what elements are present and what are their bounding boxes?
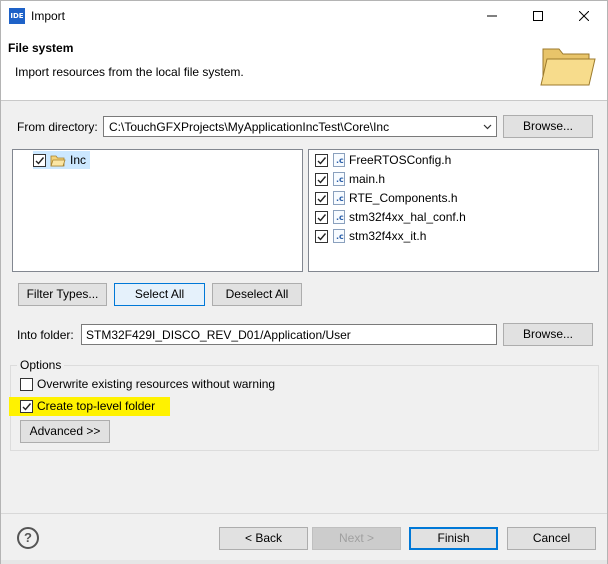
check-icon	[22, 402, 32, 411]
cancel-button[interactable]: Cancel	[507, 527, 596, 550]
file-item[interactable]: .c stm32f4xx_hal_conf.h	[315, 208, 466, 226]
maximize-button[interactable]	[515, 1, 561, 31]
deselect-all-button[interactable]: Deselect All	[212, 283, 302, 306]
overwrite-label: Overwrite existing resources without war…	[37, 377, 276, 391]
file-checkbox[interactable]	[315, 191, 328, 205]
maximize-icon	[533, 11, 543, 21]
close-button[interactable]	[561, 1, 607, 31]
next-button[interactable]: Next >	[312, 527, 401, 550]
create-top-level-option[interactable]: Create top-level folder	[20, 397, 155, 415]
c-header-icon: .c	[333, 210, 345, 224]
select-all-button[interactable]: Select All	[114, 283, 205, 306]
create-top-level-checkbox[interactable]	[20, 399, 33, 413]
c-header-icon: .c	[333, 229, 345, 243]
folder-checkbox[interactable]	[33, 153, 46, 167]
help-icon[interactable]: ?	[17, 527, 39, 549]
browse-from-button[interactable]: Browse...	[503, 115, 593, 138]
tree-item-label: Inc	[70, 153, 87, 167]
file-checkbox[interactable]	[315, 172, 328, 186]
file-checkbox[interactable]	[315, 153, 328, 167]
page-title: File system	[8, 41, 74, 55]
close-icon	[579, 11, 589, 21]
folder-tree[interactable]: Inc	[12, 149, 303, 272]
footer-divider	[1, 513, 607, 514]
wizard-header: File system Import resources from the lo…	[1, 31, 607, 101]
filter-types-button[interactable]: Filter Types...	[18, 283, 107, 306]
from-directory-combo[interactable]: C:\TouchGFXProjects\MyApplicationIncTest…	[103, 116, 497, 137]
file-checkbox[interactable]	[315, 229, 328, 243]
folder-icon	[50, 155, 66, 166]
into-folder-label: Into folder:	[17, 328, 74, 342]
overwrite-checkbox[interactable]	[20, 377, 33, 391]
browse-into-button[interactable]: Browse...	[503, 323, 593, 346]
into-folder-value: STM32F429I_DISCO_REV_D01/Application/Use…	[86, 328, 351, 342]
c-header-icon: .c	[333, 191, 345, 205]
check-icon	[317, 232, 327, 241]
overwrite-option[interactable]: Overwrite existing resources without war…	[20, 375, 275, 393]
title-bar: IDE Import	[1, 1, 607, 31]
check-icon	[317, 175, 327, 184]
advanced-button[interactable]: Advanced >>	[20, 420, 110, 443]
finish-button[interactable]: Finish	[409, 527, 498, 550]
window-title: Import	[31, 9, 66, 23]
file-item[interactable]: .c RTE_Components.h	[315, 189, 458, 207]
file-label: FreeRTOSConfig.h	[349, 153, 452, 167]
file-label: stm32f4xx_it.h	[349, 229, 427, 243]
file-label: main.h	[349, 172, 386, 186]
check-icon	[35, 156, 45, 165]
from-directory-value: C:\TouchGFXProjects\MyApplicationIncTest…	[109, 120, 390, 134]
from-directory-label: From directory:	[17, 120, 98, 134]
file-checkbox[interactable]	[315, 210, 328, 224]
bottom-strip	[1, 560, 607, 564]
file-item[interactable]: .c FreeRTOSConfig.h	[315, 151, 451, 169]
check-icon	[317, 194, 327, 203]
file-item[interactable]: .c stm32f4xx_it.h	[315, 227, 426, 245]
create-top-level-label: Create top-level folder	[37, 399, 156, 413]
page-description: Import resources from the local file sys…	[15, 65, 244, 79]
import-dialog: IDE Import File system Import resources …	[0, 0, 608, 564]
c-header-icon: .c	[333, 172, 345, 186]
back-button[interactable]: < Back	[219, 527, 308, 550]
c-header-icon: .c	[333, 153, 345, 167]
file-list[interactable]: .c FreeRTOSConfig.h .c main.h .c RTE_Com…	[308, 149, 599, 272]
chevron-down-icon	[483, 124, 492, 130]
tree-item-inc[interactable]: Inc	[33, 151, 91, 169]
minimize-icon	[487, 15, 497, 17]
check-icon	[317, 156, 327, 165]
into-folder-input[interactable]: STM32F429I_DISCO_REV_D01/Application/Use…	[81, 324, 497, 345]
file-label: stm32f4xx_hal_conf.h	[349, 210, 466, 224]
options-label: Options	[17, 358, 65, 372]
check-icon	[317, 213, 327, 222]
minimize-button[interactable]	[469, 1, 515, 31]
file-label: RTE_Components.h	[349, 191, 458, 205]
ide-app-icon: IDE	[9, 8, 25, 24]
file-item[interactable]: .c main.h	[315, 170, 385, 188]
open-folder-icon	[540, 48, 596, 86]
